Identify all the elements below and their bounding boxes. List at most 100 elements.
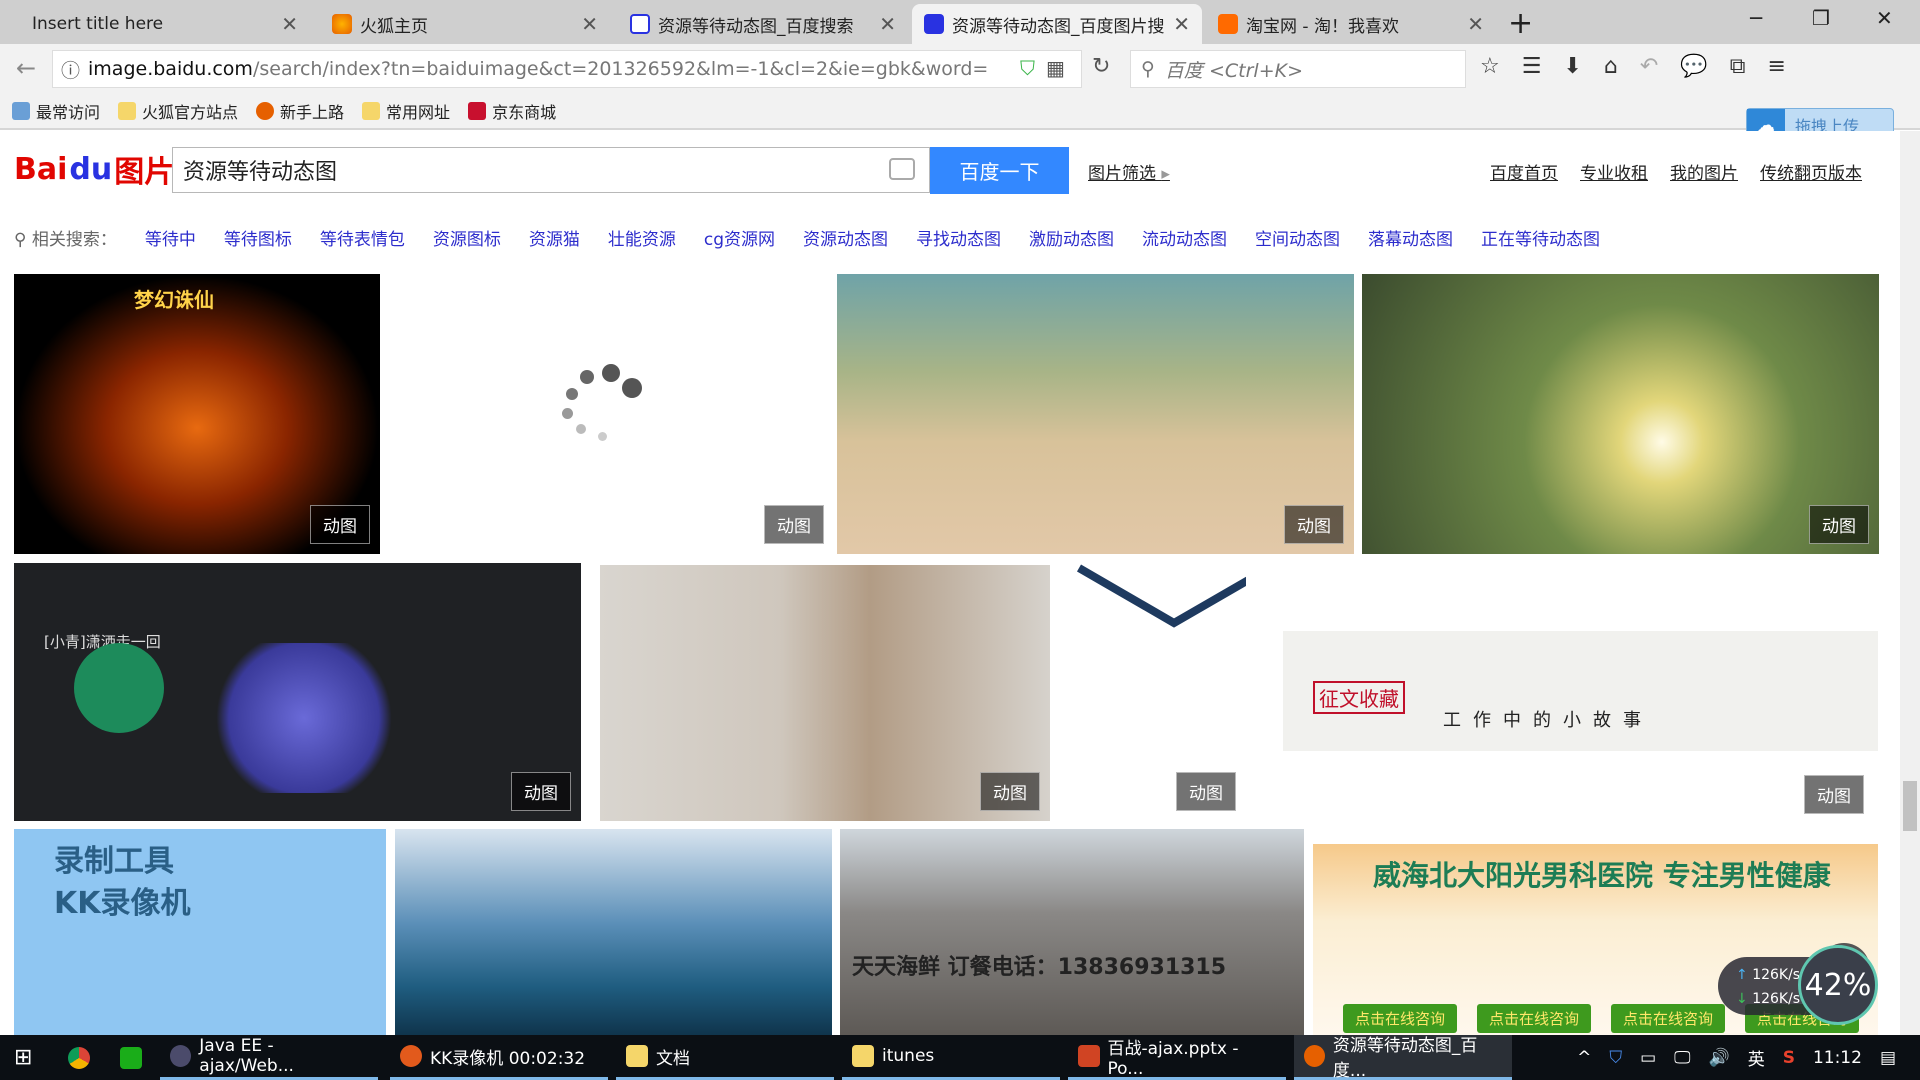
tab-title: 资源等待动态图_百度搜索 <box>658 16 854 37</box>
close-icon[interactable]: ✕ <box>581 12 598 36</box>
minimize-icon[interactable]: ─ <box>1750 6 1762 30</box>
back-icon[interactable]: ← <box>16 54 36 82</box>
reading-list-icon[interactable]: ☰ <box>1522 54 1542 79</box>
qr-code-icon[interactable]: ▦ <box>1046 56 1065 80</box>
jd-icon <box>468 102 487 120</box>
related-link[interactable]: 资源猫 <box>529 225 580 250</box>
show-hidden-icons-chevron-icon[interactable]: ^ <box>1577 1048 1591 1068</box>
search-value: 资源等待动态图 <box>183 160 338 185</box>
reload-icon[interactable]: ↻ <box>1092 54 1110 79</box>
search-button[interactable]: 百度一下 <box>930 147 1069 194</box>
shield-icon[interactable]: ⛉ <box>1020 56 1035 80</box>
ad-consult-button[interactable]: 点击在线咨询 <box>1343 1004 1458 1033</box>
bookmark-common-sites[interactable]: 常用网址 <box>362 99 450 123</box>
gif-badge: 动图 <box>1176 772 1236 811</box>
undo-icon[interactable]: ↶ <box>1640 54 1658 79</box>
taskbar-item-powerpoint[interactable]: 百战-ajax.pptx - Po... <box>1068 1035 1286 1080</box>
browser-search-input[interactable]: ⚲ 百度 <Ctrl+K> <box>1130 50 1466 88</box>
tile-restaurant[interactable]: 天天海鲜 订餐电话：13836931315 <box>840 829 1304 1035</box>
ime-indicator[interactable]: 英 <box>1748 1045 1765 1070</box>
network-monitor-widget[interactable]: ↑ 126K/s ↓ 126K/s 42% <box>1718 945 1878 1025</box>
notification-icon[interactable]: ▤ <box>1880 1048 1896 1068</box>
clock[interactable]: 11:12 <box>1813 1048 1862 1068</box>
link-classic-version[interactable]: 传统翻页版本 <box>1760 159 1862 184</box>
link-my-images[interactable]: 我的图片 <box>1670 159 1738 184</box>
link-baidu-home[interactable]: 百度首页 <box>1490 159 1558 184</box>
tile-forest-battle[interactable]: 动图 <box>1362 274 1879 554</box>
related-link[interactable]: 激励动态图 <box>1029 225 1114 250</box>
windows-start-icon[interactable]: ⊞ <box>14 1045 32 1070</box>
scrollbar-thumb[interactable] <box>1903 781 1917 831</box>
close-window-icon[interactable]: ✕ <box>1876 6 1893 30</box>
security-shield-icon[interactable]: ⛉ <box>1609 1048 1622 1068</box>
image-search-input[interactable]: 资源等待动态图 <box>172 147 930 193</box>
restore-icon[interactable]: ❐ <box>1812 6 1830 30</box>
bookmark-getting-started[interactable]: 新手上路 <box>256 99 344 123</box>
camera-icon[interactable] <box>889 158 915 180</box>
info-icon[interactable]: ⓘ <box>61 56 80 83</box>
close-icon[interactable]: ✕ <box>281 12 298 36</box>
close-icon[interactable]: ✕ <box>1173 12 1190 36</box>
tab-baidu-search[interactable]: 资源等待动态图_百度搜索 ✕ <box>618 4 908 44</box>
tile-kitchen[interactable]: 动图 <box>600 565 1050 821</box>
tile-chat-game[interactable]: [小青]潇洒走一回 动图 <box>14 563 581 821</box>
taskbar-item-itunes[interactable]: itunes <box>842 1035 1060 1080</box>
related-link[interactable]: 落幕动态图 <box>1368 225 1453 250</box>
taskbar-item-kk-recorder[interactable]: KK录像机 00:02:32 <box>390 1035 608 1080</box>
volume-icon[interactable]: 🔊 <box>1709 1048 1730 1068</box>
baidu-image-logo[interactable]: Bai du 图片 <box>14 147 174 191</box>
tab-taobao[interactable]: 淘宝网 - 淘！我喜欢 ✕ <box>1206 4 1496 44</box>
url-bar[interactable]: ⓘ image.baidu.com /search/index?tn=baidu… <box>52 50 1082 88</box>
related-link[interactable]: 等待表情包 <box>320 225 405 250</box>
tile-banner-story[interactable]: 工作中的小故事 征文收藏 <box>1283 631 1878 751</box>
tab-firefox-home[interactable]: 火狐主页 ✕ <box>320 4 610 44</box>
bookmark-most-visited[interactable]: 最常访问 <box>12 99 100 123</box>
tab-insert-title[interactable]: Insert title here ✕ <box>20 4 310 44</box>
loading-spinner-icon <box>556 364 642 444</box>
bookmark-star-icon[interactable]: ☆ <box>1480 54 1500 79</box>
firefox-icon <box>256 102 275 120</box>
taskbar-item-firefox[interactable]: 资源等待动态图_百度... <box>1294 1035 1512 1080</box>
related-link[interactable]: 等待图标 <box>224 225 292 250</box>
tile-kk-recorder[interactable]: 录制工具 KK录像机 <box>14 829 386 1035</box>
related-link[interactable]: 资源动态图 <box>803 225 888 250</box>
sogou-icon[interactable]: S <box>1783 1048 1795 1068</box>
network-icon[interactable]: 🖵 <box>1674 1048 1690 1068</box>
tile-chevron[interactable]: 动图 <box>1056 563 1246 821</box>
link-pro-collect[interactable]: 专业收租 <box>1580 159 1648 184</box>
wechat-icon[interactable] <box>120 1046 142 1069</box>
menu-icon[interactable]: ≡ <box>1767 54 1785 79</box>
related-link[interactable]: 资源图标 <box>433 225 501 250</box>
taskbar-item-eclipse[interactable]: Java EE - ajax/Web... <box>160 1035 378 1080</box>
download-icon[interactable]: ⬇ <box>1563 54 1581 79</box>
tile-loading[interactable]: 动图 <box>386 274 834 554</box>
image-filter-link[interactable]: 图片筛选 ▸ <box>1088 159 1170 184</box>
related-link[interactable]: 正在等待动态图 <box>1481 225 1600 250</box>
related-link[interactable]: 空间动态图 <box>1255 225 1340 250</box>
crop-icon[interactable]: ⧉ <box>1730 54 1746 79</box>
page-scrollbar[interactable] <box>1900 131 1920 1035</box>
tile-surf[interactable] <box>395 829 832 1035</box>
related-link[interactable]: 流动动态图 <box>1142 225 1227 250</box>
taskbar-item-documents[interactable]: 文档 <box>616 1035 834 1080</box>
close-icon[interactable]: ✕ <box>1467 12 1484 36</box>
related-link[interactable]: 壮能资源 <box>608 225 676 250</box>
chat-icon[interactable]: 💬 <box>1680 54 1707 79</box>
chrome-icon[interactable] <box>68 1046 90 1069</box>
tile-fire-horse[interactable]: 梦幻诛仙 动图 <box>14 274 380 554</box>
battery-icon[interactable]: ▭ <box>1640 1048 1656 1068</box>
bookmark-firefox-site[interactable]: 火狐官方站点 <box>118 99 238 123</box>
tile-beach-battle[interactable]: 动图 <box>837 274 1354 554</box>
new-tab-button[interactable]: + <box>1508 6 1533 41</box>
related-link[interactable]: 寻找动态图 <box>916 225 1001 250</box>
related-link[interactable]: cg资源网 <box>704 225 775 250</box>
ad-consult-button[interactable]: 点击在线咨询 <box>1477 1004 1592 1033</box>
taskbar-label: 资源等待动态图_百度... <box>1332 1036 1478 1080</box>
close-icon[interactable]: ✕ <box>879 12 896 36</box>
tab-baidu-image[interactable]: 资源等待动态图_百度图片搜 ✕ <box>912 4 1202 44</box>
home-icon[interactable]: ⌂ <box>1604 54 1618 79</box>
ad-consult-button[interactable]: 点击在线咨询 <box>1611 1004 1726 1033</box>
related-label-text: 相关搜索： <box>31 230 117 250</box>
bookmark-jd[interactable]: 京东商城 <box>468 99 556 123</box>
related-link[interactable]: 等待中 <box>145 225 196 250</box>
